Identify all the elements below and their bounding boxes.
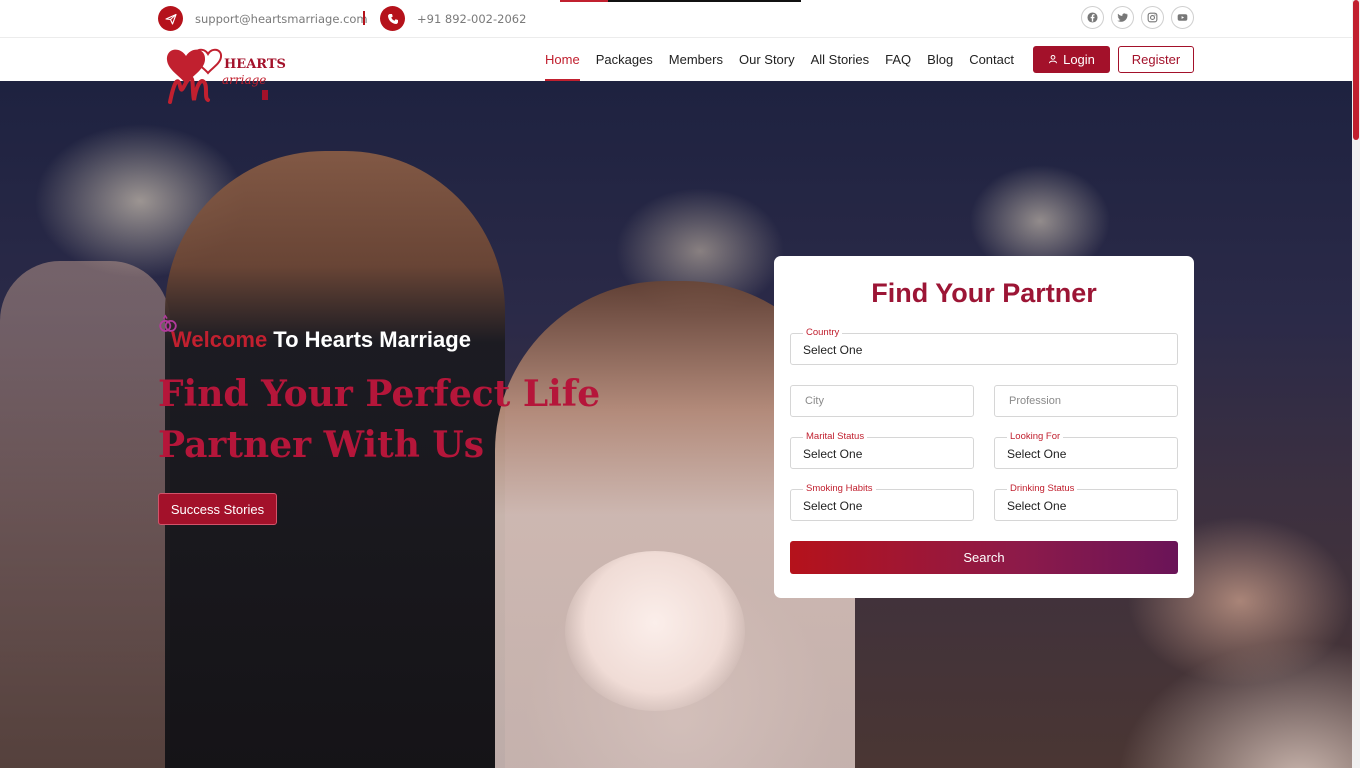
search-button[interactable]: Search xyxy=(790,541,1178,574)
country-select[interactable]: Country Select One xyxy=(790,327,1178,365)
hero-headline: Find Your Perfect Life Partner With Us xyxy=(158,373,601,466)
marital-status-label: Marital Status xyxy=(803,431,868,443)
welcome-brand: To Hearts Marriage xyxy=(267,327,471,352)
svg-text:arriage: arriage xyxy=(222,73,266,87)
nav-members[interactable]: Members xyxy=(669,38,723,81)
phone-text[interactable]: +91 892-002-2062 xyxy=(417,12,526,26)
marital-status-select[interactable]: Marital Status Select One xyxy=(790,431,974,469)
hero-section: Welcome To Hearts Marriage Find Your Per… xyxy=(0,81,1360,768)
user-icon xyxy=(1048,52,1058,67)
card-title: Find Your Partner xyxy=(871,278,1097,308)
send-icon xyxy=(158,6,183,31)
city-input[interactable]: City xyxy=(790,385,974,417)
loading-indicator xyxy=(560,0,801,2)
top-bar: support@heartsmarriage.com +91 892-002-2… xyxy=(0,0,1360,38)
smoking-habits-label: Smoking Habits xyxy=(803,483,876,495)
main-navbar: HEARTS arriage Home Packages Members Our… xyxy=(0,38,1360,104)
country-value: Select One xyxy=(803,343,863,357)
profession-input[interactable]: Profession xyxy=(994,385,1178,417)
looking-for-label: Looking For xyxy=(1007,431,1064,443)
hero-background-crowd xyxy=(0,261,170,768)
nav-our-story[interactable]: Our Story xyxy=(739,38,795,81)
login-button[interactable]: Login xyxy=(1033,46,1110,73)
svg-text:HEARTS: HEARTS xyxy=(224,57,286,72)
contact-email[interactable]: support@heartsmarriage.com xyxy=(158,6,368,31)
register-button[interactable]: Register xyxy=(1118,46,1194,73)
city-placeholder: City xyxy=(805,395,824,407)
nav-blog[interactable]: Blog xyxy=(927,38,953,81)
nav-faq[interactable]: FAQ xyxy=(885,38,911,81)
smoking-habits-select[interactable]: Smoking Habits Select One xyxy=(790,483,974,521)
email-text[interactable]: support@heartsmarriage.com xyxy=(195,12,368,26)
find-partner-card: Find Your Partner Country Select One Cit… xyxy=(774,256,1194,598)
instagram-icon[interactable] xyxy=(1141,6,1164,29)
success-stories-button[interactable]: Success Stories xyxy=(158,493,277,525)
drinking-status-select[interactable]: Drinking Status Select One xyxy=(994,483,1178,521)
phone-icon xyxy=(380,6,405,31)
smoking-habits-value: Select One xyxy=(803,499,863,513)
hero-bouquet xyxy=(565,551,745,711)
welcome-word: Welcome xyxy=(171,327,268,352)
contact-phone[interactable]: +91 892-002-2062 xyxy=(380,6,526,31)
looking-for-value: Select One xyxy=(1007,447,1067,461)
facebook-icon[interactable] xyxy=(1081,6,1104,29)
drinking-status-label: Drinking Status xyxy=(1007,483,1078,495)
scrollbar-thumb[interactable] xyxy=(1353,0,1359,140)
site-logo[interactable]: HEARTS arriage xyxy=(164,42,288,108)
welcome-heading: Welcome To Hearts Marriage xyxy=(171,327,471,353)
social-links xyxy=(1081,6,1194,29)
drinking-status-value: Select One xyxy=(1007,499,1067,513)
country-label: Country xyxy=(803,327,843,339)
nav-packages[interactable]: Packages xyxy=(596,38,653,81)
profession-placeholder: Profession xyxy=(1009,395,1061,407)
nav-contact[interactable]: Contact xyxy=(969,38,1014,81)
marital-status-value: Select One xyxy=(803,447,863,461)
login-label: Login xyxy=(1063,52,1095,67)
twitter-icon[interactable] xyxy=(1111,6,1134,29)
contact-divider xyxy=(363,11,365,25)
primary-navigation: Home Packages Members Our Story All Stor… xyxy=(545,38,1014,81)
looking-for-select[interactable]: Looking For Select One xyxy=(994,431,1178,469)
nav-all-stories[interactable]: All Stories xyxy=(811,38,870,81)
youtube-icon[interactable] xyxy=(1171,6,1194,29)
page-scrollbar[interactable] xyxy=(1352,0,1360,768)
nav-home[interactable]: Home xyxy=(545,38,580,81)
